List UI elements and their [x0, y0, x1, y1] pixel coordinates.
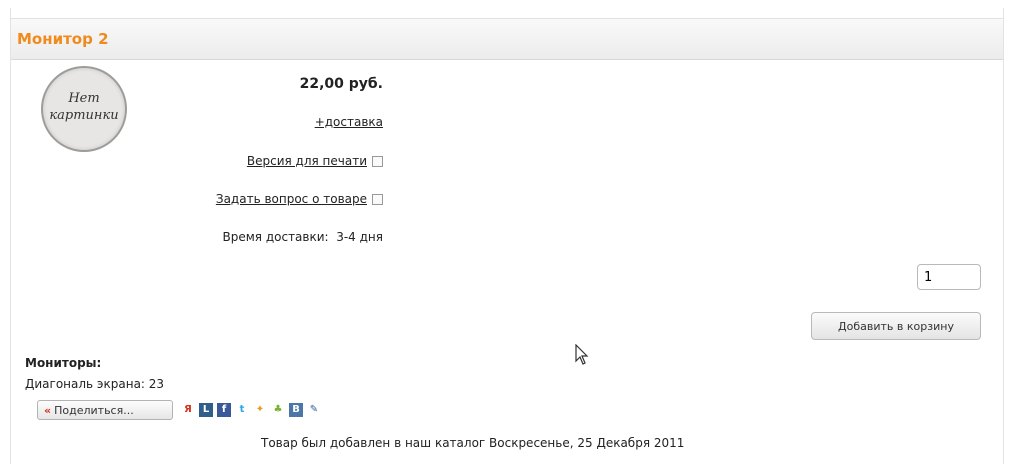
share-button[interactable]: «Поделиться...: [37, 400, 173, 420]
category-title: Мониторы:: [25, 356, 102, 370]
delivery-time: Время доставки: 3-4 дня: [223, 230, 383, 244]
facebook-icon[interactable]: f: [217, 403, 231, 417]
twitter-icon[interactable]: t: [235, 403, 249, 417]
print-version: Версия для печати: [247, 154, 383, 168]
delivery-time-label: Время доставки:: [222, 230, 329, 244]
share-button-label: Поделиться...: [54, 403, 134, 417]
no-image-label: Нет картинки: [49, 91, 119, 123]
print-icon[interactable]: [372, 156, 383, 167]
no-image-placeholder: Нет картинки: [41, 66, 127, 152]
screen-diagonal: Диагональ экрана: 23: [25, 377, 165, 391]
added-to-catalog-text: Товар был добавлен в наш каталог Воскрес…: [261, 436, 685, 450]
bookmark-icon[interactable]: ✎: [307, 403, 321, 417]
odnoklassniki-icon[interactable]: ♣: [271, 403, 285, 417]
mouse-cursor-icon: [575, 344, 589, 365]
vkontakte-icon[interactable]: В: [289, 403, 303, 417]
add-to-cart-button[interactable]: Добавить в корзину: [811, 312, 981, 340]
product-title-bar: Монитор 2: [11, 18, 1003, 60]
livejournal-icon[interactable]: L: [199, 403, 213, 417]
ask-question: Задать вопрос о товаре: [216, 192, 383, 206]
delivery-link[interactable]: +доставка: [315, 115, 383, 129]
delivery-info: +доставка: [315, 115, 383, 129]
product-price: 22,00 руб.: [299, 76, 383, 92]
ask-question-link[interactable]: Задать вопрос о товаре: [216, 192, 367, 206]
question-icon[interactable]: [372, 194, 383, 205]
product-title: Монитор 2: [17, 30, 109, 48]
yandex-icon[interactable]: Я: [181, 403, 195, 417]
quantity-input[interactable]: [917, 264, 981, 290]
share-arrow-icon: «: [44, 403, 52, 417]
moikrug-icon[interactable]: ✦: [253, 403, 267, 417]
print-version-link[interactable]: Версия для печати: [247, 154, 367, 168]
delivery-time-value: 3-4 дня: [336, 230, 383, 244]
product-panel: Монитор 2 Нет картинки 22,00 руб. +доста…: [10, 8, 1004, 464]
